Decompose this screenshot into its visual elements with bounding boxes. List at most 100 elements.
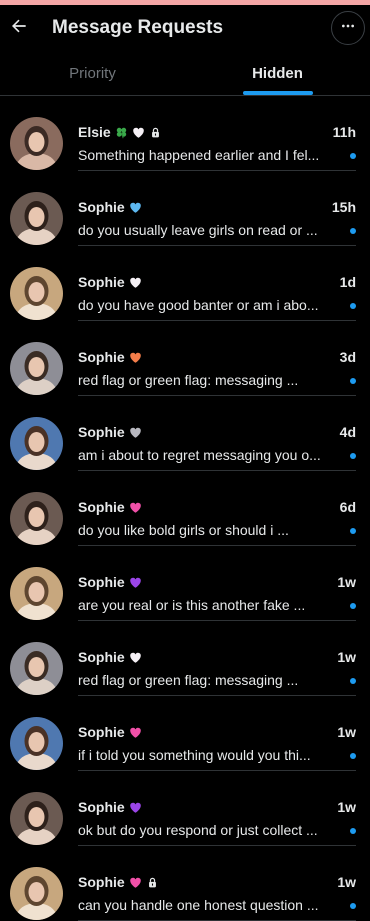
avatar[interactable] [10,717,63,770]
avatar[interactable] [10,492,63,545]
unread-dot [350,753,356,759]
unread-dot [350,303,356,309]
message-request-row[interactable]: Sophie 1w ok but do you respond or just co… [0,771,370,846]
sender-name-line: Sophie [78,349,142,365]
more-dots-icon [340,18,356,39]
sender-name-line: Sophie [78,424,142,440]
message-request-row[interactable]: Sophie 1d do you have good banter or am i … [0,246,370,321]
back-button[interactable] [0,9,38,47]
avatar[interactable] [10,342,63,395]
orange-heart-icon [129,351,142,364]
sender-name: Sophie [78,649,125,665]
timestamp: 1w [337,724,356,740]
avatar[interactable] [10,192,63,245]
avatar[interactable] [10,117,63,170]
sender-name: Sophie [78,874,125,890]
sender-name: Sophie [78,199,125,215]
request-tabs: Priority Hidden [0,51,370,96]
timestamp: 1d [339,274,356,290]
message-preview: Something happened earlier and I fel... [78,147,320,163]
message-request-row[interactable]: Sophie 1w are you real or is this another … [0,546,370,621]
pink-heart-icon [129,501,142,514]
message-preview: are you real or is this another fake ... [78,597,306,613]
white-heart-icon [129,276,142,289]
message-request-list: Elsie 11h Something happened earlier and I… [0,96,370,921]
unread-dot [350,528,356,534]
unread-dot [350,378,356,384]
message-request-row[interactable]: Sophie 1w red flag or green flag: messagin… [0,621,370,696]
more-options-button[interactable] [331,11,365,45]
avatar[interactable] [10,267,63,320]
sender-name-line: Sophie [78,724,142,740]
unread-dot [350,903,356,909]
clover-icon [115,126,128,139]
tab-priority[interactable]: Priority [0,51,185,95]
sender-name: Sophie [78,499,125,515]
message-preview: do you have good banter or am i abo... [78,297,319,313]
unread-dot [350,153,356,159]
sender-name: Sophie [78,274,125,290]
sender-name-line: Sophie [78,574,142,590]
sender-name: Sophie [78,424,125,440]
unread-dot [350,228,356,234]
message-request-row[interactable]: Sophie 6d do you like bold girls or should… [0,471,370,546]
sender-name: Sophie [78,574,125,590]
sender-name-line: Sophie [78,199,142,215]
message-preview: ok but do you respond or just collect ..… [78,822,318,838]
sender-name: Sophie [78,349,125,365]
blue-heart-icon [129,201,142,214]
message-request-row[interactable]: Sophie 3d red flag or green flag: messagin… [0,321,370,396]
message-request-row[interactable]: Sophie 4d am i about to regret messaging y… [0,396,370,471]
unread-dot [350,453,356,459]
grey-heart-icon [129,426,142,439]
message-preview: can you handle one honest question ... [78,897,319,913]
page-title: Message Requests [52,17,224,38]
arrow-left-icon [9,16,29,41]
unread-dot [350,603,356,609]
sender-name-line: Sophie [78,874,158,890]
sender-name-line: Sophie [78,799,142,815]
timestamp: 1w [337,574,356,590]
timestamp: 4d [339,424,356,440]
message-preview: red flag or green flag: messaging ... [78,372,299,388]
sender-name: Sophie [78,724,125,740]
timestamp: 6d [339,499,356,515]
message-request-row[interactable]: Sophie 1w if i told you something would yo… [0,696,370,771]
sender-name: Elsie [78,124,111,140]
sender-name-line: Sophie [78,649,142,665]
avatar[interactable] [10,642,63,695]
purple-heart-icon [129,576,142,589]
message-preview: red flag or green flag: messaging ... [78,672,299,688]
avatar[interactable] [10,417,63,470]
timestamp: 1w [337,799,356,815]
pink-heart-icon [129,726,142,739]
avatar[interactable] [10,792,63,845]
timestamp: 11h [332,124,356,140]
avatar[interactable] [10,867,63,920]
white-heart-icon [129,651,142,664]
lock-icon [147,877,158,888]
header: Message Requests [0,5,370,51]
avatar[interactable] [10,567,63,620]
sender-name-line: Sophie [78,274,142,290]
sender-name-line: Elsie [78,124,161,140]
message-request-row[interactable]: Elsie 11h Something happened earlier and I… [0,96,370,171]
sender-name-line: Sophie [78,499,142,515]
tab-hidden[interactable]: Hidden [185,51,370,95]
timestamp: 3d [339,349,356,365]
white-heart-icon [132,126,145,139]
message-preview: if i told you something would you thi... [78,747,311,763]
pink-heart-icon [129,876,142,889]
unread-dot [350,678,356,684]
timestamp: 1w [337,649,356,665]
message-preview: do you like bold girls or should i ... [78,522,289,538]
message-preview: do you usually leave girls on read or ..… [78,222,318,238]
message-preview: am i about to regret messaging you o... [78,447,321,463]
lock-icon [150,127,161,138]
sender-name: Sophie [78,799,125,815]
timestamp: 1w [337,874,356,890]
purple-heart-icon [129,801,142,814]
timestamp: 15h [331,199,356,215]
message-request-row[interactable]: Sophie 1w can you handle one honest questi… [0,846,370,921]
message-request-row[interactable]: Sophie 15h do you usually leave girls on r… [0,171,370,246]
